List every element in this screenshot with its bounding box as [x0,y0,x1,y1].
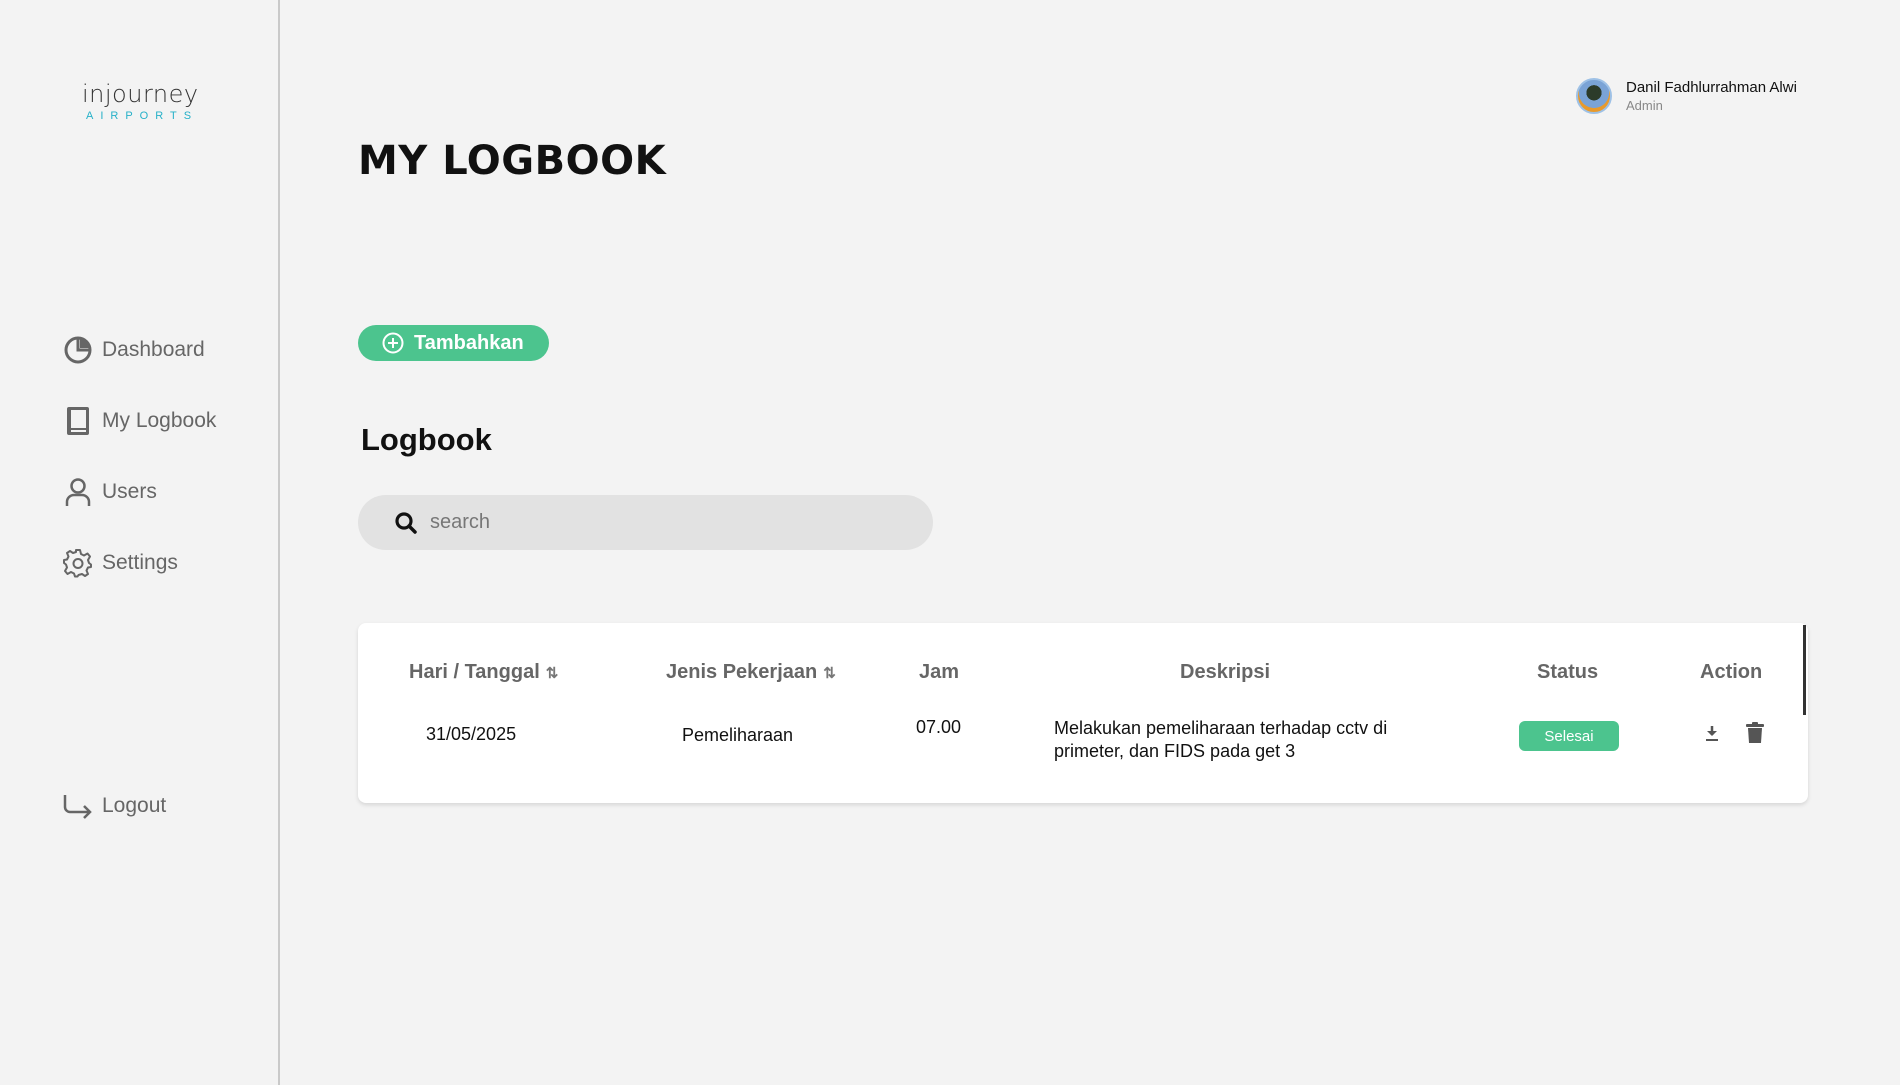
logout-label: Logout [102,794,167,817]
trash-icon [1745,721,1765,749]
download-button[interactable] [1700,721,1724,749]
user-profile[interactable]: Danil Fadhlurrahman Alwi Admin [1576,78,1797,114]
sort-icon[interactable]: ⇅ [546,664,559,682]
avatar [1576,78,1612,114]
header-time: Jam [919,661,959,684]
pie-chart-icon [62,334,94,366]
sidebar-item-label: Users [102,480,157,503]
logout-button[interactable]: Logout [62,786,166,826]
header-action-label: Action [1700,661,1763,683]
page-title: MY LOGBOOK [358,138,667,184]
search-input[interactable] [430,511,910,534]
description-line: primeter, dan FIDS pada get 3 [1054,741,1296,761]
search-icon [394,511,418,535]
status-badge: Selesai [1519,721,1619,751]
logo-wordmark: injourney [82,80,199,108]
section-title: Logbook [361,422,492,457]
table-scrollbar[interactable] [1803,625,1806,715]
add-button[interactable]: Tambahkan [358,325,549,361]
brand-logo[interactable]: injourney AIRPORTS [82,80,199,122]
header-status-label: Status [1537,661,1599,683]
header-description: Deskripsi [1180,661,1270,684]
download-icon [1704,724,1720,747]
cell-job: Pemeliharaan [682,725,794,745]
search-bar [358,495,933,550]
logo-subtitle: AIRPORTS [86,110,199,122]
add-button-label: Tambahkan [414,331,524,354]
logout-arrow-icon [62,790,94,822]
header-date-label: Hari / Tanggal [409,661,540,683]
header-time-label: Jam [919,661,960,683]
header-job[interactable]: Jenis Pekerjaan ⇅ [666,661,836,684]
cell-date: 31/05/2025 [426,724,517,744]
header-description-label: Deskripsi [1180,661,1271,683]
header-status: Status [1537,661,1598,684]
cell-description: Melakukan pemeliharaan terhadap cctv di … [1054,717,1387,763]
sort-icon[interactable]: ⇅ [823,664,836,682]
header-action: Action [1700,661,1762,684]
cell-time: 07.00 [916,717,962,737]
description-line: Melakukan pemeliharaan terhadap cctv di [1054,718,1388,738]
user-icon [62,476,94,508]
sidebar: injourney AIRPORTS Dashboard My Logbook … [0,0,280,1085]
gear-icon [62,547,94,579]
sidebar-item-label: Settings [102,551,178,574]
header-job-label: Jenis Pekerjaan [666,661,818,683]
user-role: Admin [1626,98,1663,113]
logbook-table: Hari / Tanggal ⇅ Jenis Pekerjaan ⇅ Jam D… [358,623,1808,803]
sidebar-item-users[interactable]: Users [62,472,216,512]
sidebar-item-my-logbook[interactable]: My Logbook [62,401,216,441]
sidebar-item-settings[interactable]: Settings [62,543,216,583]
book-icon [62,405,94,437]
delete-button[interactable] [1743,721,1767,749]
sidebar-item-label: Dashboard [102,338,205,361]
header-date[interactable]: Hari / Tanggal ⇅ [409,661,558,684]
plus-circle-icon [382,332,404,354]
user-name: Danil Fadhlurrahman Alwi [1626,79,1797,96]
sidebar-item-label: My Logbook [102,409,217,432]
sidebar-nav: Dashboard My Logbook Users Settings [62,330,216,614]
sidebar-item-dashboard[interactable]: Dashboard [62,330,216,370]
